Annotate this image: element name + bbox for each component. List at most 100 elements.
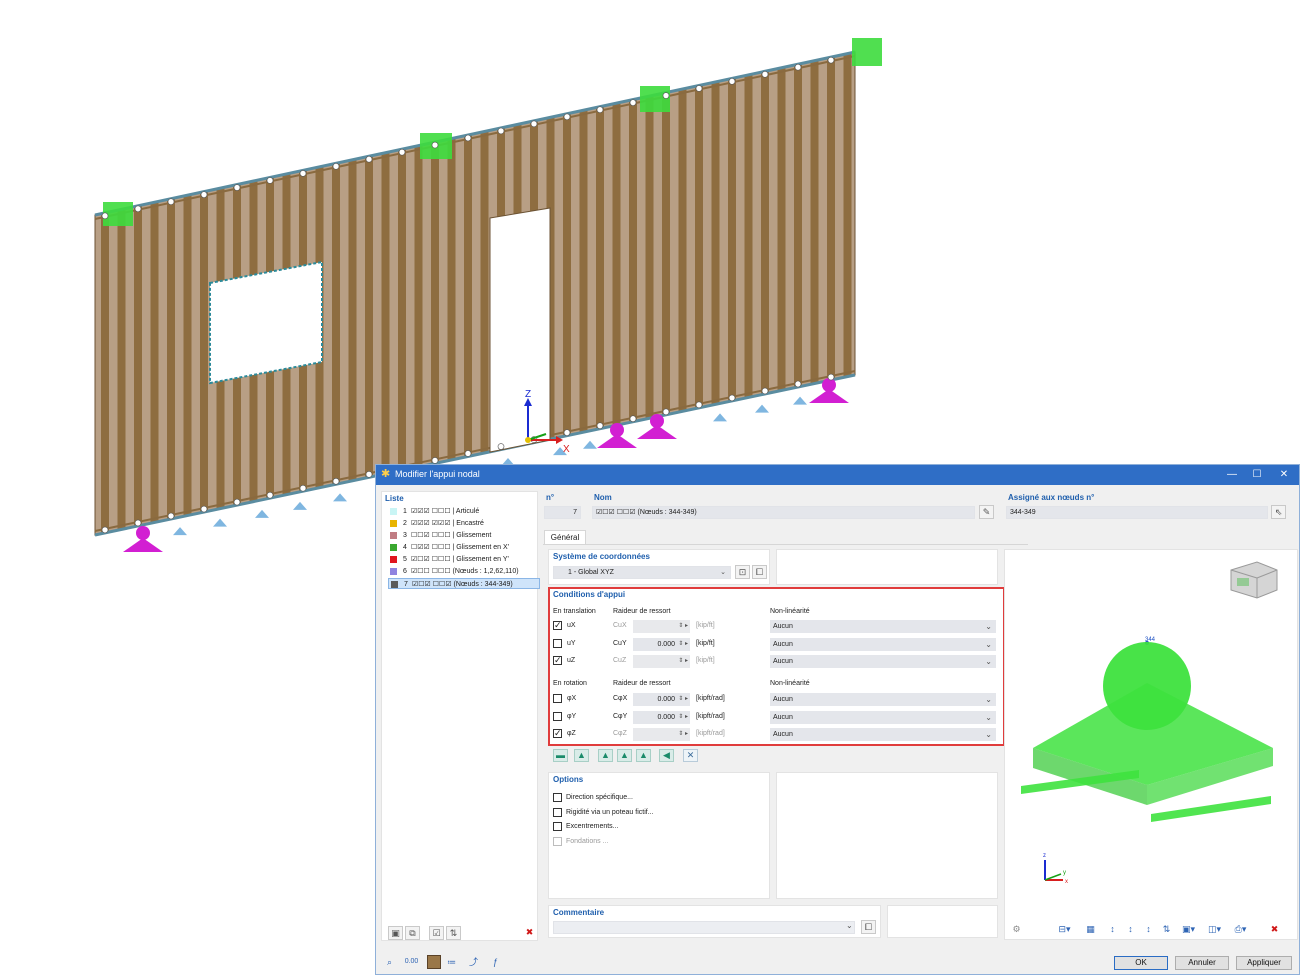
node-marker[interactable] — [695, 85, 703, 92]
node-marker[interactable] — [728, 78, 736, 85]
name-field[interactable]: ☑☐☑ ☐☐☑ (Nœuds : 344-349) — [592, 506, 975, 519]
minimize-button[interactable]: — — [1221, 467, 1243, 483]
display-options-icon[interactable]: ⊟▾ — [1057, 922, 1072, 936]
node-marker[interactable] — [101, 526, 109, 534]
view-iso-icon[interactable]: ⇅ — [1159, 922, 1174, 936]
node-marker[interactable] — [134, 519, 142, 527]
node-marker[interactable] — [365, 471, 373, 478]
node-marker[interactable] — [497, 443, 505, 450]
node-marker[interactable] — [464, 134, 472, 142]
node-marker[interactable] — [794, 380, 802, 388]
node-marker[interactable] — [233, 498, 241, 506]
list-item[interactable]: 7 ☑☐☑ ☐☐☑ (Nœuds : 344-349) — [388, 578, 540, 589]
node-marker[interactable] — [695, 401, 703, 409]
nonlinearity-select[interactable]: Aucun ⌄ — [770, 728, 996, 741]
spring-input[interactable]: ⇕ ▸ — [633, 728, 690, 741]
spring-input[interactable]: ⇕ ▸ — [633, 655, 690, 668]
support-fixed-icon[interactable]: ▲ — [598, 749, 613, 762]
nonlinearity-select[interactable]: Aucun ⌄ — [770, 620, 996, 633]
dof-checkbox[interactable] — [553, 638, 562, 648]
option-checkbox[interactable] — [553, 793, 562, 802]
dof-checkbox[interactable] — [553, 711, 562, 721]
units-icon[interactable]: 0.00 — [404, 955, 419, 969]
search-icon[interactable]: ⌕ — [382, 955, 397, 969]
node-marker[interactable] — [431, 141, 439, 149]
table-icon[interactable]: ≔ — [444, 955, 459, 969]
node-marker[interactable] — [761, 387, 769, 395]
node-marker[interactable] — [299, 170, 307, 177]
option-checkbox[interactable] — [553, 822, 562, 831]
print-icon[interactable]: ⎙▾ — [1233, 922, 1248, 936]
reset-view-icon[interactable]: ✖ — [1267, 922, 1282, 936]
list-item[interactable]: 1 ☑☑☑ ☐☐☐ | Articulé — [388, 506, 540, 517]
title-bar[interactable]: ✱ Modifier l'appui nodal — ☐ ✕ — [376, 465, 1299, 485]
node-marker[interactable] — [398, 148, 406, 156]
view-mode-icon[interactable]: ▣▾ — [1181, 922, 1196, 936]
delete-icon[interactable]: ✖ — [522, 926, 537, 940]
nonlinearity-select[interactable]: Aucun ⌄ — [770, 693, 996, 706]
node-marker[interactable] — [596, 106, 604, 113]
nonlinearity-select[interactable]: Aucun ⌄ — [770, 637, 996, 651]
support-wall-icon[interactable]: ◀ — [659, 749, 674, 762]
node-marker[interactable] — [629, 99, 637, 106]
ok-button[interactable]: OK — [1114, 956, 1168, 970]
number-field[interactable]: 7 — [544, 506, 581, 519]
support-slide-x-icon[interactable]: ▲ — [617, 749, 632, 762]
cancel-button[interactable]: Annuler — [1175, 956, 1229, 970]
new-coord-icon[interactable]: ⊡ — [735, 565, 750, 579]
node-marker[interactable] — [794, 63, 802, 71]
node-marker[interactable] — [365, 155, 373, 163]
close-button[interactable]: ✕ — [1273, 467, 1295, 483]
view-cube-icon[interactable] — [1230, 561, 1278, 599]
dof-checkbox[interactable] — [553, 620, 562, 630]
node-marker[interactable] — [596, 422, 604, 429]
list-item[interactable]: 6 ☑☐☐ ☐☐☐ (Nœuds : 1,2,62,110) — [388, 566, 540, 577]
edit-coord-icon[interactable]: ⧠ — [752, 565, 767, 579]
node-marker[interactable] — [563, 113, 571, 121]
node-marker[interactable] — [167, 512, 175, 520]
maximize-button[interactable]: ☐ — [1246, 467, 1268, 483]
comment-edit-icon[interactable]: ⧠ — [861, 920, 876, 934]
copy-item-icon[interactable]: ⧉ — [405, 926, 420, 940]
option-checkbox[interactable] — [553, 807, 562, 817]
node-marker[interactable] — [629, 415, 637, 423]
spin-arrows-icon[interactable]: ⇕ ▸ — [678, 655, 688, 668]
node-marker[interactable] — [134, 205, 142, 213]
support-hinged-icon[interactable]: ▲ — [574, 749, 589, 762]
node-marker[interactable] — [662, 92, 670, 99]
dof-checkbox[interactable] — [553, 694, 562, 703]
node-marker[interactable] — [530, 120, 538, 128]
nonlinearity-select[interactable]: Aucun ⌄ — [770, 655, 996, 668]
visibility-icon[interactable]: ◫▾ — [1207, 922, 1222, 936]
spring-input[interactable]: 0.000 ⇕ ▸ — [633, 710, 690, 724]
view-x-icon[interactable]: ↕ — [1105, 922, 1120, 936]
list-item[interactable]: 4 ☐☑☑ ☐☐☐ | Glissement en X' — [388, 542, 540, 553]
node-marker[interactable] — [662, 408, 670, 416]
apply-button[interactable]: Appliquer — [1236, 956, 1292, 970]
node-marker[interactable] — [332, 163, 340, 170]
pick-nodes-icon[interactable]: ⇖ — [1271, 505, 1286, 519]
dof-checkbox[interactable] — [553, 728, 562, 738]
color-swatch-icon[interactable] — [427, 955, 441, 969]
comment-dropdown-icon[interactable]: ⌄ — [846, 921, 853, 930]
spin-arrows-icon[interactable]: ⇕ ▸ — [678, 728, 688, 741]
assigned-nodes-field[interactable]: 344-349 — [1006, 506, 1268, 519]
check-all-icon[interactable]: ☑ — [429, 926, 444, 940]
comment-field[interactable] — [553, 921, 855, 934]
list-item[interactable]: 2 ☑☑☑ ☑☑☑ | Encastré — [388, 518, 540, 529]
node-marker[interactable] — [497, 127, 505, 135]
node-marker[interactable] — [101, 212, 109, 220]
support-none-icon[interactable]: ▬ — [553, 749, 568, 762]
node-marker[interactable] — [464, 450, 472, 457]
spring-input[interactable]: 0.000 ⇕ ▸ — [633, 693, 690, 706]
node-marker[interactable] — [431, 457, 439, 464]
node-marker[interactable] — [728, 394, 736, 402]
node-marker[interactable] — [827, 373, 835, 381]
node-marker[interactable] — [233, 184, 241, 191]
dof-checkbox[interactable] — [553, 655, 562, 665]
preview-settings-icon[interactable]: ⚙ — [1009, 922, 1024, 936]
node-marker[interactable] — [761, 71, 769, 78]
render-icon[interactable]: ▦ — [1083, 922, 1098, 936]
formula-icon[interactable]: ƒ — [488, 955, 503, 969]
view-y-icon[interactable]: ↕ — [1123, 922, 1138, 936]
